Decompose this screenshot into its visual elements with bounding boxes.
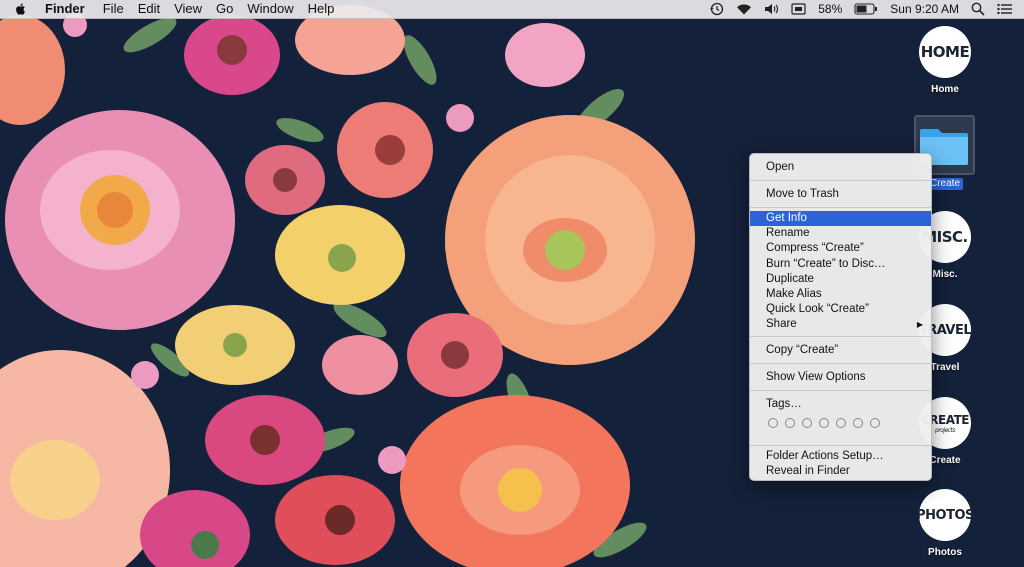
- desktop-icon-photos[interactable]: PHOTOS Photos: [905, 489, 985, 558]
- menu-item-duplicate[interactable]: Duplicate: [750, 272, 931, 287]
- menu-view[interactable]: View: [167, 0, 209, 18]
- time-machine-icon[interactable]: [709, 2, 724, 16]
- photos-badge-icon: PHOTOS: [916, 489, 974, 541]
- menu-item-share[interactable]: Share ▶: [750, 317, 931, 332]
- menu-item-compress[interactable]: Compress “Create”: [750, 241, 931, 256]
- menu-help[interactable]: Help: [301, 0, 342, 18]
- desktop-icon-home[interactable]: HOME Home: [905, 26, 985, 95]
- tag-dot-icon[interactable]: [853, 417, 863, 428]
- menu-item-copy[interactable]: Copy “Create”: [750, 340, 931, 360]
- menu-edit[interactable]: Edit: [131, 0, 167, 18]
- menu-item-get-info[interactable]: Get Info: [750, 211, 931, 227]
- tag-color-row: [750, 414, 931, 432]
- menu-item-rename[interactable]: Rename: [750, 226, 931, 241]
- menu-separator: [750, 207, 931, 208]
- submenu-arrow-icon: ▶: [916, 320, 923, 330]
- battery-icon[interactable]: [854, 3, 878, 15]
- volume-icon[interactable]: [764, 3, 779, 15]
- menu-separator: [750, 389, 931, 391]
- create-badge-subtext: projects: [934, 426, 956, 434]
- menu-go[interactable]: Go: [209, 0, 240, 18]
- menu-separator: [750, 362, 931, 364]
- menu-item-share-label: Share: [766, 318, 797, 331]
- menu-separator: [750, 444, 931, 446]
- menu-item-tags[interactable]: Tags…: [750, 394, 931, 414]
- menu-app-finder[interactable]: Finder: [38, 0, 96, 18]
- menu-item-reveal-in-finder[interactable]: Reveal in Finder: [750, 464, 931, 479]
- tag-dot-icon[interactable]: [836, 417, 846, 428]
- icon-caption: Home: [931, 84, 959, 95]
- tag-dot-icon[interactable]: [802, 417, 812, 428]
- notification-center-icon[interactable]: [997, 3, 1012, 15]
- menu-separator: [750, 180, 931, 181]
- tag-dot-icon[interactable]: [819, 417, 829, 428]
- icon-caption: Photos: [928, 547, 962, 558]
- context-menu: Open Move to Trash Get Info Rename Compr…: [749, 153, 932, 481]
- menu-window[interactable]: Window: [240, 0, 300, 18]
- menu-item-burn[interactable]: Burn “Create” to Disc…: [750, 257, 931, 272]
- menu-item-make-alias[interactable]: Make Alias: [750, 287, 931, 302]
- clock[interactable]: Sun 9:20 AM: [890, 2, 959, 16]
- tag-dot-icon[interactable]: [768, 417, 778, 428]
- apple-menu-icon[interactable]: [14, 2, 28, 16]
- menu-item-open[interactable]: Open: [750, 157, 931, 177]
- display-icon[interactable]: [791, 3, 806, 15]
- battery-percent[interactable]: 58%: [818, 2, 842, 16]
- menu-item-folder-actions[interactable]: Folder Actions Setup…: [750, 449, 931, 464]
- menu-file[interactable]: File: [96, 0, 131, 18]
- tag-dot-icon[interactable]: [870, 417, 880, 428]
- menu-separator: [750, 335, 931, 337]
- menu-item-show-view-options[interactable]: Show View Options: [750, 367, 931, 387]
- icon-caption-selected: Create: [927, 178, 964, 190]
- menu-item-quick-look[interactable]: Quick Look “Create”: [750, 302, 931, 317]
- wifi-icon[interactable]: [736, 3, 752, 15]
- tag-dot-icon[interactable]: [785, 417, 795, 428]
- menu-bar: Finder File Edit View Go Window Help 58%…: [0, 0, 1024, 19]
- spotlight-search-icon[interactable]: [971, 2, 985, 16]
- menu-item-move-to-trash[interactable]: Move to Trash: [750, 184, 931, 204]
- home-badge-icon: HOME: [919, 26, 971, 78]
